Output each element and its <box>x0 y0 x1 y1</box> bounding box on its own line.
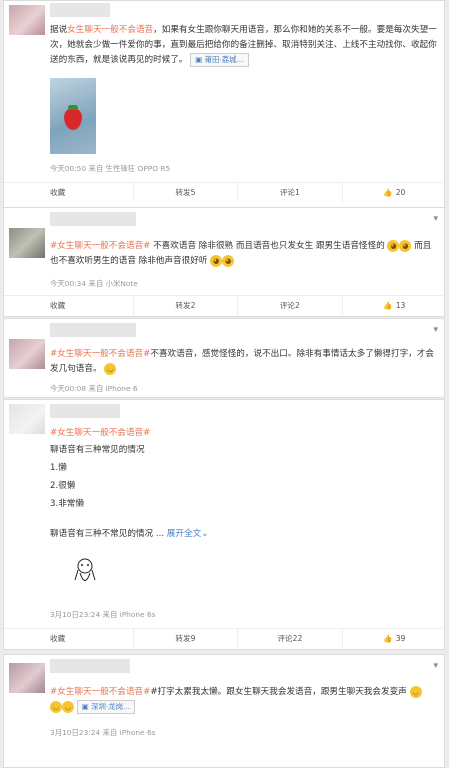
post-meta: 今天00:34 来自 小米Note <box>50 279 138 288</box>
comment-button[interactable]: 评论2 <box>238 296 343 315</box>
weibo-feed: 据说女生聊天一般不会语音，如果有女生跟你聊天用语音，那么你和她的关系不一般。要是… <box>0 0 449 768</box>
expand-full-text-link[interactable]: 展开全文⌄ <box>167 529 209 539</box>
collect-button[interactable]: 收藏 <box>4 183 134 202</box>
thumbs-up-icon: 👍 <box>383 188 393 197</box>
map-pin-icon: ▣ <box>195 55 205 64</box>
collect-button[interactable]: 收藏 <box>4 629 134 648</box>
post-meta: 3月10日23:24 来自 iPhone 6s <box>50 728 156 737</box>
post-meta: 3月10日23:24 来自 iPhone 6s <box>50 610 156 619</box>
post-card: #女生聊天一般不会语音# 聊语音有三种常见的情况 1.懒 2.很懒 3.非常懒 … <box>3 399 446 650</box>
cat-emoji-icon: ◕ <box>399 239 412 252</box>
username-redacted[interactable] <box>50 323 136 337</box>
forward-button[interactable]: 转发2 <box>134 296 239 315</box>
post-text: #女生聊天一般不会语音#不喜欢语音，感觉怪怪的，说不出口。除非有事情话太多了懒得… <box>50 349 434 375</box>
sticker-image <box>72 558 98 588</box>
username-redacted[interactable] <box>50 659 130 673</box>
chevron-down-icon[interactable]: ▾ <box>433 325 438 335</box>
forward-button[interactable]: 转发5 <box>134 183 239 202</box>
like-button[interactable]: 👍 20 <box>343 183 446 202</box>
location-tag[interactable]: ▣ 深圳·龙岗... <box>76 700 136 714</box>
post-card: 据说女生聊天一般不会语音，如果有女生跟你聊天用语音，那么你和她的关系不一般。要是… <box>3 0 446 208</box>
laughing-emoji-icon: ◡ <box>104 362 117 375</box>
chevron-down-icon[interactable]: ▾ <box>433 661 438 671</box>
avatar[interactable] <box>9 404 45 434</box>
collect-button[interactable]: 收藏 <box>4 296 134 315</box>
thumbs-up-icon: 👍 <box>383 301 393 310</box>
map-pin-icon: ▣ <box>81 702 92 711</box>
hashtag-link[interactable]: 女生聊天一般不会语音 <box>67 25 153 35</box>
cat-emoji-icon: ◕ <box>210 254 223 267</box>
chevron-down-icon: ⌄ <box>201 529 209 539</box>
hashtag-link[interactable]: #女生聊天一般不会语音# <box>50 428 150 438</box>
cat-emoji-icon: ◕ <box>387 239 400 252</box>
avatar[interactable] <box>9 228 45 258</box>
post-meta: 今天00:50 来自 生性锋狂 OPPO R5 <box>50 164 171 173</box>
post-image[interactable] <box>50 78 96 154</box>
cat-emoji-icon: ◕ <box>222 254 235 267</box>
avatar[interactable] <box>9 663 45 693</box>
laughing-emoji-icon: ◡ <box>409 685 422 698</box>
hashtag-link[interactable]: #女生聊天一般不会语音# <box>50 687 150 697</box>
hashtag-link[interactable]: #女生聊天一般不会语音# <box>50 349 150 359</box>
like-button[interactable]: 👍 39 <box>343 629 446 648</box>
laughing-emoji-icon: ◡ <box>62 700 74 713</box>
action-bar: 收藏 转发9 评论22 👍 39 <box>4 628 446 648</box>
avatar[interactable] <box>9 339 45 369</box>
username-redacted[interactable] <box>50 404 120 418</box>
post-text: #女生聊天一般不会语音# 不喜欢语音 除非很熟 而且语音也只发女生 跟男生语音怪… <box>50 239 432 267</box>
laughing-emoji-icon: ◡ <box>50 700 62 713</box>
chevron-down-icon[interactable]: ▾ <box>433 214 438 224</box>
action-bar: 收藏 转发2 评论2 👍 13 <box>4 295 446 315</box>
location-tag[interactable]: ▣ 莆田·荔城... <box>190 53 249 67</box>
avatar[interactable] <box>9 5 45 35</box>
post-meta: 今天00:08 来自 iPhone 6 <box>50 384 138 393</box>
post-card: ▾ #女生聊天一般不会语音##打字太累我太懒。跟女生聊天我会发语音，跟男生聊天我… <box>3 654 445 768</box>
post-card: ▾ #女生聊天一般不会语音# 不喜欢语音 除非很熟 而且语音也只发女生 跟男生语… <box>3 207 446 317</box>
comment-button[interactable]: 评论22 <box>238 629 343 648</box>
username-redacted[interactable] <box>50 3 110 17</box>
post-text: #女生聊天一般不会语音##打字太累我太懒。跟女生聊天我会发语音，跟男生聊天我会发… <box>50 685 438 715</box>
hashtag-link[interactable]: #女生聊天一般不会语音# <box>50 241 150 251</box>
post-text: 据说女生聊天一般不会语音，如果有女生跟你聊天用语音，那么你和她的关系不一般。要是… <box>50 25 437 67</box>
post-card: ▾ #女生聊天一般不会语音#不喜欢语音，感觉怪怪的，说不出口。除非有事情话太多了… <box>3 318 445 398</box>
username-redacted[interactable] <box>50 212 136 226</box>
like-button[interactable]: 👍 13 <box>343 296 446 315</box>
strawberry-icon <box>64 108 82 130</box>
comment-button[interactable]: 评论1 <box>238 183 343 202</box>
action-bar: 收藏 转发5 评论1 👍 20 <box>4 182 446 202</box>
thumbs-up-icon: 👍 <box>383 634 393 643</box>
post-text: #女生聊天一般不会语音# 聊语音有三种常见的情况 1.懒 2.很懒 3.非常懒 … <box>50 428 209 539</box>
forward-button[interactable]: 转发9 <box>134 629 239 648</box>
